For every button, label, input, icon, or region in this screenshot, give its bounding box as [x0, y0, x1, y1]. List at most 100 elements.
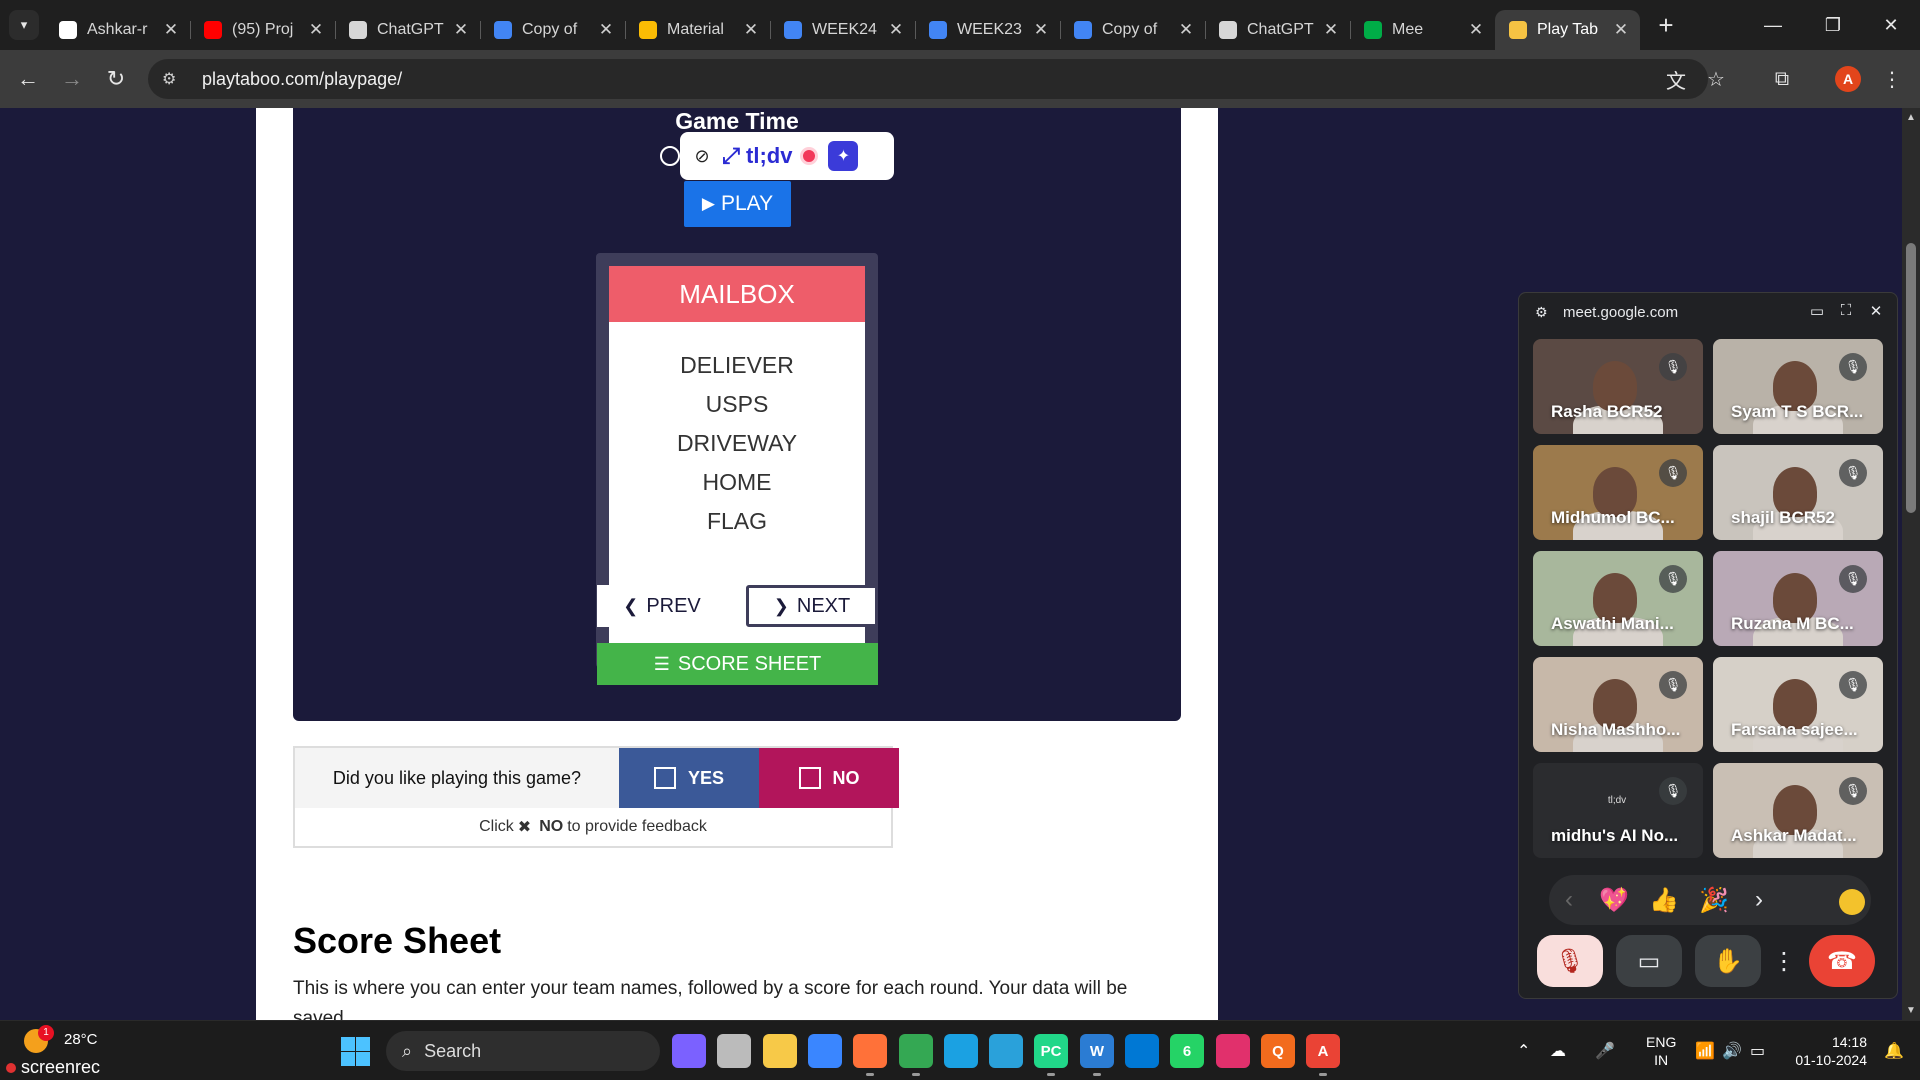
- scroll-down-icon[interactable]: ▼: [1902, 1005, 1920, 1016]
- camera-button[interactable]: ▭: [1616, 935, 1682, 987]
- participant-tile[interactable]: 🎙 Syam T S BCR...: [1713, 339, 1883, 434]
- tab-search-button[interactable]: ▾: [9, 10, 39, 40]
- participant-tile[interactable]: 🎙 shajil BCR52: [1713, 445, 1883, 540]
- close-pip-icon[interactable]: ✕: [1865, 302, 1887, 320]
- browser-tab[interactable]: (95) Proj ✕: [190, 10, 335, 50]
- pycharm-icon[interactable]: PC: [1034, 1034, 1068, 1068]
- store-icon[interactable]: [808, 1034, 842, 1068]
- minimize-button[interactable]: —: [1744, 0, 1802, 50]
- onedrive-icon[interactable]: ☁: [1550, 1041, 1566, 1061]
- participant-tile[interactable]: 🎙 Rasha BCR52: [1533, 339, 1703, 434]
- browser-tab[interactable]: Copy of ✕: [480, 10, 625, 50]
- tldv-handle[interactable]: [660, 146, 680, 166]
- tab-close-icon[interactable]: ✕: [742, 20, 760, 40]
- tab-close-icon[interactable]: ✕: [1032, 20, 1050, 40]
- participant-tile[interactable]: 🎙 Nisha Mashho...: [1533, 657, 1703, 752]
- tab-close-icon[interactable]: ✕: [162, 20, 180, 40]
- site-info-icon[interactable]: ⚙: [162, 69, 184, 89]
- tab-close-icon[interactable]: ✕: [887, 20, 905, 40]
- browser-tab[interactable]: ChatGPT ✕: [1205, 10, 1350, 50]
- back-to-tab-icon[interactable]: ▭: [1806, 302, 1828, 320]
- vscode-icon[interactable]: [1125, 1034, 1159, 1068]
- chrome-icon[interactable]: [899, 1034, 933, 1068]
- browser-tab[interactable]: ChatGPT ✕: [335, 10, 480, 50]
- prev-button[interactable]: ❮ PREV: [597, 585, 727, 627]
- browser-tab[interactable]: Material ✕: [625, 10, 770, 50]
- record-indicator-icon[interactable]: [800, 147, 819, 165]
- language-indicator[interactable]: ENG IN: [1646, 1033, 1676, 1069]
- word-icon[interactable]: W: [1080, 1034, 1114, 1068]
- battery-icon[interactable]: ▭: [1750, 1041, 1765, 1061]
- tab-close-icon[interactable]: ✕: [1612, 20, 1630, 40]
- expand-icon[interactable]: ⤢: [716, 143, 746, 169]
- q-app-icon[interactable]: Q: [1261, 1034, 1295, 1068]
- leave-call-button[interactable]: ☎: [1809, 935, 1875, 987]
- eye-off-icon[interactable]: ⊘: [688, 146, 716, 167]
- microphone-icon[interactable]: 🎤: [1595, 1041, 1615, 1061]
- next-button[interactable]: ❯ NEXT: [746, 585, 878, 627]
- thumbs-up-reaction[interactable]: 👍: [1639, 886, 1689, 915]
- tab-close-icon[interactable]: ✕: [597, 20, 615, 40]
- volume-icon[interactable]: 🔊: [1722, 1041, 1742, 1061]
- new-tab-button[interactable]: +: [1648, 7, 1684, 43]
- task-view-icon[interactable]: [717, 1034, 751, 1068]
- extensions-icon[interactable]: ⧉: [1766, 63, 1798, 95]
- browser-tab[interactable]: Mee ✕: [1350, 10, 1495, 50]
- scroll-up-icon[interactable]: ▲: [1902, 112, 1920, 123]
- pin-icon[interactable]: ✦: [828, 141, 859, 171]
- site-settings-icon[interactable]: ⚙: [1535, 304, 1553, 321]
- browser-tab[interactable]: Ashkar-r ✕: [45, 10, 190, 50]
- page-scrollbar[interactable]: ▲ ▼: [1902, 108, 1920, 1020]
- participant-tile[interactable]: 🎙 Ruzana M BC...: [1713, 551, 1883, 646]
- telegram-icon[interactable]: [989, 1034, 1023, 1068]
- browser-tab[interactable]: Play Tab ✕: [1495, 10, 1640, 50]
- taskbar-search[interactable]: ⌕ Search: [386, 1031, 660, 1071]
- browser-tab[interactable]: Copy of ✕: [1060, 10, 1205, 50]
- browser-tab[interactable]: WEEK23 ✕: [915, 10, 1060, 50]
- profile-avatar[interactable]: A: [1835, 66, 1861, 92]
- skin-tone-button[interactable]: [1839, 889, 1865, 915]
- fullscreen-icon[interactable]: ⛶: [1835, 302, 1857, 319]
- feedback-yes-button[interactable]: YES: [619, 748, 759, 808]
- participant-tile[interactable]: 🎙 Ashkar Madat...: [1713, 763, 1883, 858]
- edge-icon[interactable]: [944, 1034, 978, 1068]
- raise-hand-button[interactable]: ✋: [1695, 935, 1761, 987]
- more-options-button[interactable]: ⋮: [1771, 935, 1797, 987]
- restore-button[interactable]: ❐: [1804, 0, 1862, 50]
- bookmark-star-icon[interactable]: ☆: [1700, 63, 1732, 95]
- chevron-left-icon[interactable]: ‹: [1549, 886, 1589, 914]
- heart-reaction[interactable]: 💖: [1589, 886, 1639, 915]
- close-window-button[interactable]: ✕: [1862, 0, 1920, 50]
- notification-bell-icon[interactable]: 🔔: [1884, 1041, 1904, 1061]
- party-reaction[interactable]: 🎉: [1689, 886, 1739, 915]
- participant-tile[interactable]: 🎙 Midhumol BC...: [1533, 445, 1703, 540]
- mic-off-button[interactable]: 🎙: [1537, 935, 1603, 987]
- tray-overflow-chevron-icon[interactable]: ⌃: [1517, 1041, 1530, 1061]
- reload-button[interactable]: ↻: [98, 61, 134, 97]
- chevron-right-icon[interactable]: ›: [1739, 886, 1779, 914]
- forward-button[interactable]: →: [54, 61, 90, 97]
- windows-start-button[interactable]: [338, 1034, 372, 1068]
- address-bar[interactable]: ⚙ playtaboo.com/playpage/: [148, 59, 1708, 99]
- tab-close-icon[interactable]: ✕: [1177, 20, 1195, 40]
- scrollbar-thumb[interactable]: [1906, 243, 1916, 513]
- browser-menu-icon[interactable]: ⋮: [1876, 63, 1908, 95]
- firefox-icon[interactable]: [853, 1034, 887, 1068]
- instagram-icon[interactable]: [1216, 1034, 1250, 1068]
- tab-close-icon[interactable]: ✕: [307, 20, 325, 40]
- score-sheet-button[interactable]: ☰ SCORE SHEET: [597, 643, 878, 685]
- back-button[interactable]: ←: [10, 61, 46, 97]
- tab-close-icon[interactable]: ✕: [1322, 20, 1340, 40]
- browser-tab[interactable]: WEEK24 ✕: [770, 10, 915, 50]
- tab-close-icon[interactable]: ✕: [452, 20, 470, 40]
- file-explorer-icon[interactable]: [763, 1034, 797, 1068]
- participant-tile[interactable]: tl;dv 🎙 midhu's AI No...: [1533, 763, 1703, 858]
- wifi-icon[interactable]: 📶: [1695, 1041, 1715, 1061]
- clock[interactable]: 14:18 01-10-2024: [1787, 1033, 1867, 1069]
- whatsapp-icon[interactable]: 6: [1170, 1034, 1204, 1068]
- participant-tile[interactable]: 🎙 Farsana sajee...: [1713, 657, 1883, 752]
- participant-tile[interactable]: 🎙 Aswathi Mani...: [1533, 551, 1703, 646]
- tab-close-icon[interactable]: ✕: [1467, 20, 1485, 40]
- copilot-icon[interactable]: [672, 1034, 706, 1068]
- translate-icon[interactable]: 文: [1660, 63, 1692, 95]
